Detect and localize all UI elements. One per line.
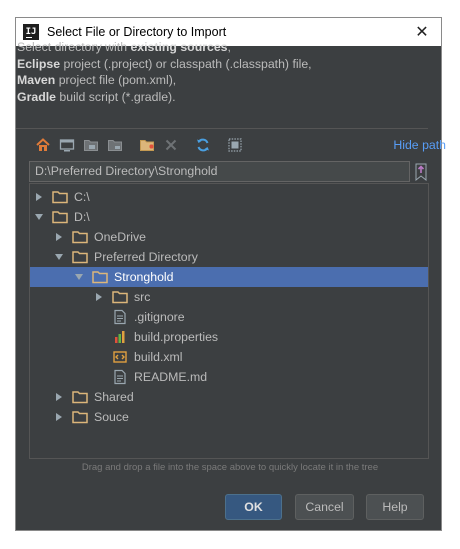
ok-button[interactable]: OK (225, 494, 282, 520)
tree-row-label: .gitignore (134, 310, 185, 324)
text-file-icon (114, 309, 126, 325)
xml-file-icon (113, 351, 127, 363)
description-line: Select directory with existing sources, (17, 39, 312, 56)
module-folder-icon[interactable] (106, 136, 124, 154)
collapsed-arrow-icon[interactable] (34, 192, 44, 202)
expanded-arrow-icon[interactable] (54, 252, 64, 262)
path-history-icon[interactable] (413, 163, 429, 182)
tree-row[interactable]: build.xml (30, 347, 428, 367)
hide-path-link[interactable]: Hide path (393, 138, 446, 152)
folder-icon (52, 191, 68, 204)
folder-icon (112, 291, 128, 304)
tree-row[interactable]: README.md (30, 367, 428, 387)
description-text: Select directory with (17, 40, 131, 54)
tree-row-label: D:\ (74, 210, 90, 224)
description-keyword: Gradle (17, 89, 56, 104)
refresh-icon[interactable] (194, 136, 212, 154)
tree-row[interactable]: build.properties (30, 327, 428, 347)
cancel-button[interactable]: Cancel (295, 494, 354, 520)
folder-icon (72, 231, 88, 244)
tree-row[interactable]: Stronghold (30, 267, 428, 287)
description-keyword: existing sources (130, 40, 228, 54)
tree-row-label: C:\ (74, 190, 90, 204)
help-button[interactable]: Help (366, 494, 424, 520)
description-text: , (227, 40, 231, 54)
tree-row[interactable]: OneDrive (30, 227, 428, 247)
tree-row[interactable]: C:\ (30, 187, 428, 207)
description-text: project (.project) or classpath (.classp… (60, 56, 312, 71)
collapsed-arrow-icon[interactable] (54, 392, 64, 402)
tree-row[interactable]: Preferred Directory (30, 247, 428, 267)
tree-row-label: README.md (134, 370, 208, 384)
divider (16, 128, 428, 129)
dialog-title: Select File or Directory to Import (47, 25, 227, 39)
collapsed-arrow-icon[interactable] (94, 292, 104, 302)
tree-row-label: Stronghold (114, 270, 174, 284)
folder-icon (72, 411, 88, 424)
collapsed-arrow-icon[interactable] (54, 232, 64, 242)
new-folder-icon[interactable] (138, 136, 156, 154)
description-text: project file (pom.xml), (55, 73, 177, 87)
collapsed-arrow-icon[interactable] (54, 412, 64, 422)
description-line: Maven project file (pom.xml), (17, 72, 312, 89)
file-tree[interactable]: C:\ D:\ OneDrive Preferred Directory Strongh… (29, 183, 429, 459)
import-description: Select directory with existing sources, E… (17, 39, 312, 105)
show-hidden-icon[interactable] (226, 136, 244, 154)
tree-row[interactable]: Souce (30, 407, 428, 427)
tree-row-label: build.xml (134, 350, 183, 364)
folder-icon (92, 271, 108, 284)
tree-row[interactable]: src (30, 287, 428, 307)
text-file-icon (114, 369, 126, 385)
tree-row-label: OneDrive (94, 230, 146, 244)
project-folder-icon[interactable] (82, 136, 100, 154)
description-keyword: Eclipse (17, 56, 61, 71)
tree-row[interactable]: .gitignore (30, 307, 428, 327)
expanded-arrow-icon[interactable] (74, 272, 84, 282)
tree-row-label: Shared (94, 390, 134, 404)
description-keyword: Maven (17, 73, 56, 87)
home-icon[interactable] (34, 136, 52, 154)
folder-icon (72, 251, 88, 264)
close-icon: ✕ (415, 24, 429, 41)
folder-icon (72, 391, 88, 404)
expanded-arrow-icon[interactable] (34, 212, 44, 222)
tree-row[interactable]: D:\ (30, 207, 428, 227)
description-line: Gradle build script (*.gradle). (17, 89, 312, 106)
dialog-window: IJ Select File or Directory to Import ✕ … (0, 0, 460, 549)
close-button[interactable]: ✕ (413, 23, 431, 41)
properties-file-icon (115, 331, 125, 343)
intellij-app-icon: IJ (23, 24, 39, 40)
tree-row-label: Souce (94, 410, 129, 424)
description-line: Eclipse project (.project) or classpath … (17, 56, 312, 73)
tree-row[interactable]: Shared (30, 387, 428, 407)
drag-drop-hint: Drag and drop a file into the space abov… (81, 462, 379, 473)
tree-row-label: src (134, 290, 151, 304)
description-text: build script (*.gradle). (55, 89, 176, 104)
path-input[interactable]: D:\Preferred Directory\Stronghold (29, 161, 410, 182)
tree-row-label: Preferred Directory (94, 250, 198, 264)
tree-row-label: build.properties (134, 330, 219, 344)
delete-icon[interactable] (162, 136, 180, 154)
folder-icon (52, 211, 68, 224)
desktop-icon[interactable] (58, 136, 76, 154)
